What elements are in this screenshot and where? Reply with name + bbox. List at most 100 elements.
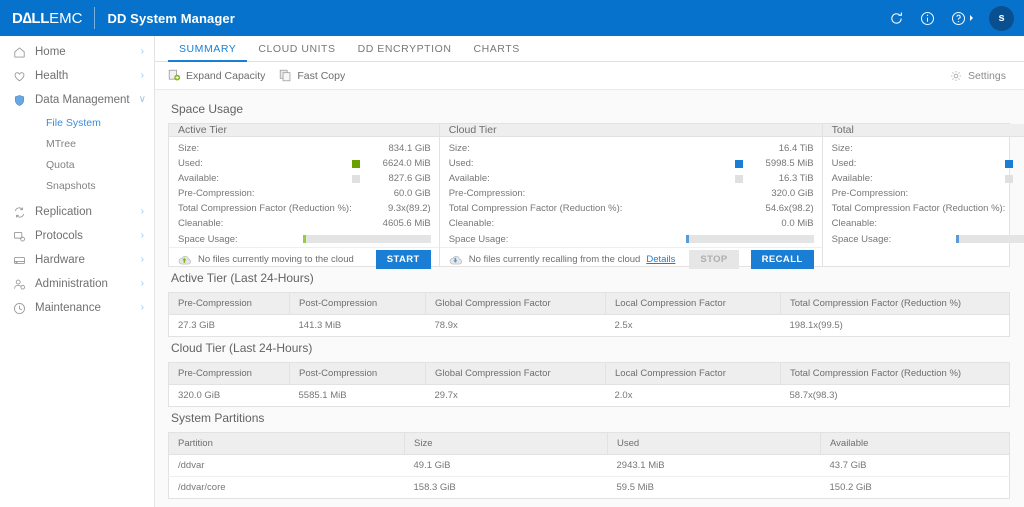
cloud-download-icon [449, 254, 463, 266]
column-header-pre-compression: Pre-Compression [168, 292, 290, 315]
chevron-right-icon[interactable]: › [141, 71, 144, 81]
sidebar-subitem-label: File System [46, 116, 101, 129]
start-button[interactable]: START [375, 250, 431, 269]
table-row: 320.0 GiB 5585.1 MiB 29.7x 2.0x 58.7x(98… [169, 385, 1010, 407]
metric-label: Used: [178, 158, 203, 169]
cell-size: 49.1 GiB [404, 454, 608, 477]
brand: D∆LL EMC DD System Manager [0, 7, 235, 29]
space-usage-active-tier: Active Tier Size: 834.1 GiB Used: 6624.0… [169, 124, 440, 269]
column-body: Size: 16.4 TiB Used: 5998.5 MiB Availabl… [440, 137, 822, 247]
sidebar-item-health[interactable]: Health › [0, 64, 154, 88]
expand-capacity-button[interactable]: Expand Capacity [168, 69, 265, 82]
metric-value: 4605.6 MiB [1020, 218, 1024, 229]
cell-local-compression-factor: 2.0x [614, 390, 633, 401]
cell-total-compression-factor: 198.1x(99.5) [789, 320, 843, 331]
metric-label: Cleanable: [448, 218, 495, 229]
swatch-available [1005, 174, 1014, 183]
swatch [352, 145, 360, 153]
chevron-right-icon[interactable]: › [141, 231, 144, 241]
replication-icon [12, 205, 26, 219]
sidebar-item-administration[interactable]: Administration › [0, 272, 154, 296]
metric-row-used: Used: 12.3 GiB [832, 156, 1024, 171]
avatar[interactable]: s [989, 5, 1014, 31]
sidebar-item-replication[interactable]: Replication › [0, 200, 154, 224]
chevron-down-icon[interactable] [970, 15, 973, 21]
column-header-global-compression-factor: Global Compression Factor [425, 292, 606, 315]
metric-row-total-compression: Total Compression Factor (Reduction %): … [178, 201, 431, 216]
help-icon[interactable] [950, 10, 967, 27]
metric-label: Cleanable: [831, 218, 878, 229]
sidebar-subitem-quota[interactable]: Quota [0, 154, 154, 175]
sidebar-subitem-file-system[interactable]: File System [0, 112, 154, 133]
column-body: Size: 834.1 GiB Used: 6624.0 MiB Availab… [169, 137, 439, 247]
swatch [1005, 190, 1013, 198]
metric-label: Size: [178, 143, 200, 154]
metric-value: 0.0 MiB [781, 218, 814, 229]
chevron-right-icon[interactable]: › [141, 255, 144, 265]
sidebar-subitem-mtree[interactable]: MTree [0, 133, 154, 154]
metric-label: Cleanable: [178, 218, 224, 229]
chevron-right-icon[interactable]: › [141, 207, 144, 217]
metric-value: 17.2 TiB [1020, 143, 1024, 154]
sidebar-item-home[interactable]: Home › [0, 40, 154, 64]
sidebar-subitem-snapshots[interactable]: Snapshots [0, 175, 154, 196]
tab-cloud-units[interactable]: CLOUD UNITS [247, 43, 346, 61]
column-header-used: Used [607, 432, 821, 455]
recall-button[interactable]: RECALL [750, 250, 814, 269]
space-usage-cloud-tier: Cloud Tier Size: 16.4 TiB Used: 5998.5 M… [439, 124, 823, 269]
cell-post-compression: 141.3 MiB [298, 320, 342, 331]
column-header-global-compression-factor: Global Compression Factor [425, 362, 606, 385]
cell-local-compression-factor: 2.5x [614, 320, 633, 331]
stop-button[interactable]: STOP [689, 250, 739, 269]
tab-summary[interactable]: SUMMARY [168, 43, 248, 62]
tab-dd-encryption[interactable]: DD ENCRYPTION [347, 43, 463, 61]
chevron-right-icon[interactable]: › [141, 279, 144, 289]
metric-value: 5998.5 MiB [765, 158, 814, 169]
swatch-used [1005, 159, 1014, 168]
chevron-right-icon[interactable]: › [141, 47, 144, 57]
metric-label: Pre-Compression: [831, 188, 909, 199]
cell-pre-compression: 27.3 GiB [178, 320, 215, 331]
shield-icon [12, 93, 26, 107]
settings-button[interactable]: Settings [950, 69, 1006, 82]
swatch-available [734, 174, 743, 183]
details-link[interactable]: Details [646, 254, 675, 265]
column-header-local-compression-factor: Local Compression Factor [605, 362, 781, 385]
sidebar-item-protocols[interactable]: Protocols › [0, 224, 154, 248]
tab-charts[interactable]: CHARTS [462, 43, 530, 61]
cell-used: 2943.1 MiB [607, 454, 821, 477]
sidebar: Home › Health › Data Management ∨ File S… [0, 36, 155, 507]
chevron-down-icon[interactable]: ∨ [139, 95, 146, 105]
sidebar-item-maintenance[interactable]: Maintenance › [0, 296, 154, 320]
metric-value: 60.0 GiB [393, 188, 431, 199]
space-usage-bar-row: Space Usage: [832, 231, 1024, 247]
active-tier-24h-title: Active Tier (Last 24-Hours) [171, 271, 314, 285]
table-row: 27.3 GiB 141.3 MiB 78.9x 2.5x 198.1x(99.… [169, 315, 1010, 337]
progress-fill [685, 235, 689, 243]
sidebar-item-hardware[interactable]: Hardware › [0, 248, 154, 272]
metric-row-size: Size: 17.2 TiB [832, 141, 1024, 156]
app-header: D∆LL EMC DD System Manager s [0, 0, 1024, 36]
space-usage-bar-row: Space Usage: [178, 231, 431, 247]
swatch [735, 190, 743, 198]
expand-capacity-label: Expand Capacity [186, 69, 266, 82]
swatch [352, 205, 360, 213]
metric-row-total-compression: Total Compression Factor (Reduction %): … [449, 201, 814, 216]
sidebar-subitem-label: Quota [46, 158, 75, 171]
metric-value: 17.2 TiB [1020, 173, 1024, 184]
column-header-pre-compression: Pre-Compression [168, 362, 290, 385]
cloud-tier-24h-title: Cloud Tier (Last 24-Hours) [171, 341, 313, 355]
fast-copy-button[interactable]: Fast Copy [279, 69, 345, 82]
emc-logo-text: EMC [49, 9, 83, 27]
sidebar-item-label: Hardware [35, 254, 85, 266]
header-actions: s [888, 0, 1014, 36]
refresh-icon[interactable] [888, 10, 905, 27]
space-usage-panel: Active Tier Size: 834.1 GiB Used: 6624.0… [168, 123, 1024, 269]
brand-divider [94, 7, 96, 29]
metric-label: Used: [831, 158, 857, 169]
sidebar-item-data-management[interactable]: Data Management ∨ [0, 88, 154, 112]
chevron-right-icon[interactable]: › [141, 303, 144, 313]
metric-value: 834.1 GiB [388, 143, 431, 154]
info-icon[interactable] [919, 10, 936, 27]
help-menu[interactable] [950, 10, 973, 27]
